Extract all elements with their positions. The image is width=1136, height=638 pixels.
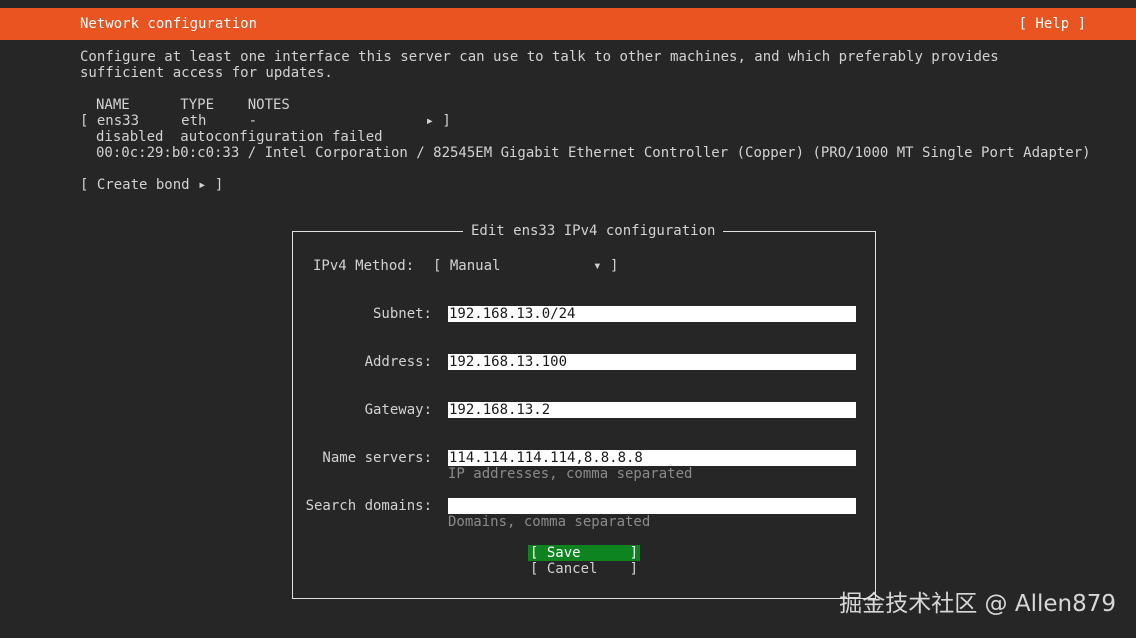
search-domains-input[interactable] [448,498,856,514]
ipv4-method-label: IPv4 Method: [313,258,415,274]
help-button[interactable]: [ Help ] [1019,16,1086,32]
gateway-label: Gateway: [364,402,432,418]
ipv4-method-select[interactable]: [ Manual ▾ ] [433,258,618,274]
save-button[interactable]: [ Save ] [528,545,640,561]
search-domains-label: Search domains: [305,498,432,514]
name-servers-input[interactable]: 114.114.114.114,8.8.8.8 [448,450,856,466]
name-servers-label: Name servers: [322,450,432,466]
cancel-button[interactable]: [ Cancel ] [528,561,640,577]
name-servers-hint: IP addresses, comma separated [448,466,693,482]
subnet-label: Subnet: [372,306,432,322]
save-bracket-left: [ Save [530,545,581,561]
ipv4-config-dialog: Edit ens33 IPv4 configuration IPv4 Metho… [292,223,876,599]
title-bar: Network configuration [ Help ] [0,8,1136,40]
watermark: 掘金技术社区 @ Allen879 [839,591,1116,617]
interface-status: disabled autoconfiguration failed [96,129,383,145]
address-label: Address: [364,354,432,370]
cancel-bracket-left: [ Cancel [530,561,598,577]
interface-table-header: NAME TYPE NOTES [96,97,290,113]
cancel-label: Cancel [546,561,598,577]
save-bracket-right: ] [629,545,638,561]
search-domains-hint: Domains, comma separated [448,514,651,530]
dialog-title: Edit ens33 IPv4 configuration [463,223,724,239]
subnet-input[interactable]: 192.168.13.0/24 [448,306,856,322]
description-text: Configure at least one interface this se… [80,49,999,81]
create-bond-button[interactable]: [ Create bond ▸ ] [80,177,223,193]
page-title: Network configuration [80,16,258,32]
save-label: Save [546,545,581,561]
gateway-input[interactable]: 192.168.13.2 [448,402,856,418]
address-input[interactable]: 192.168.13.100 [448,354,856,370]
interface-row-ens33[interactable]: [ ens33 eth - ▸ ] [80,113,451,129]
cancel-bracket-right: ] [629,561,638,577]
interface-hardware-info: 00:0c:29:b0:c0:33 / Intel Corporation / … [96,145,1091,161]
